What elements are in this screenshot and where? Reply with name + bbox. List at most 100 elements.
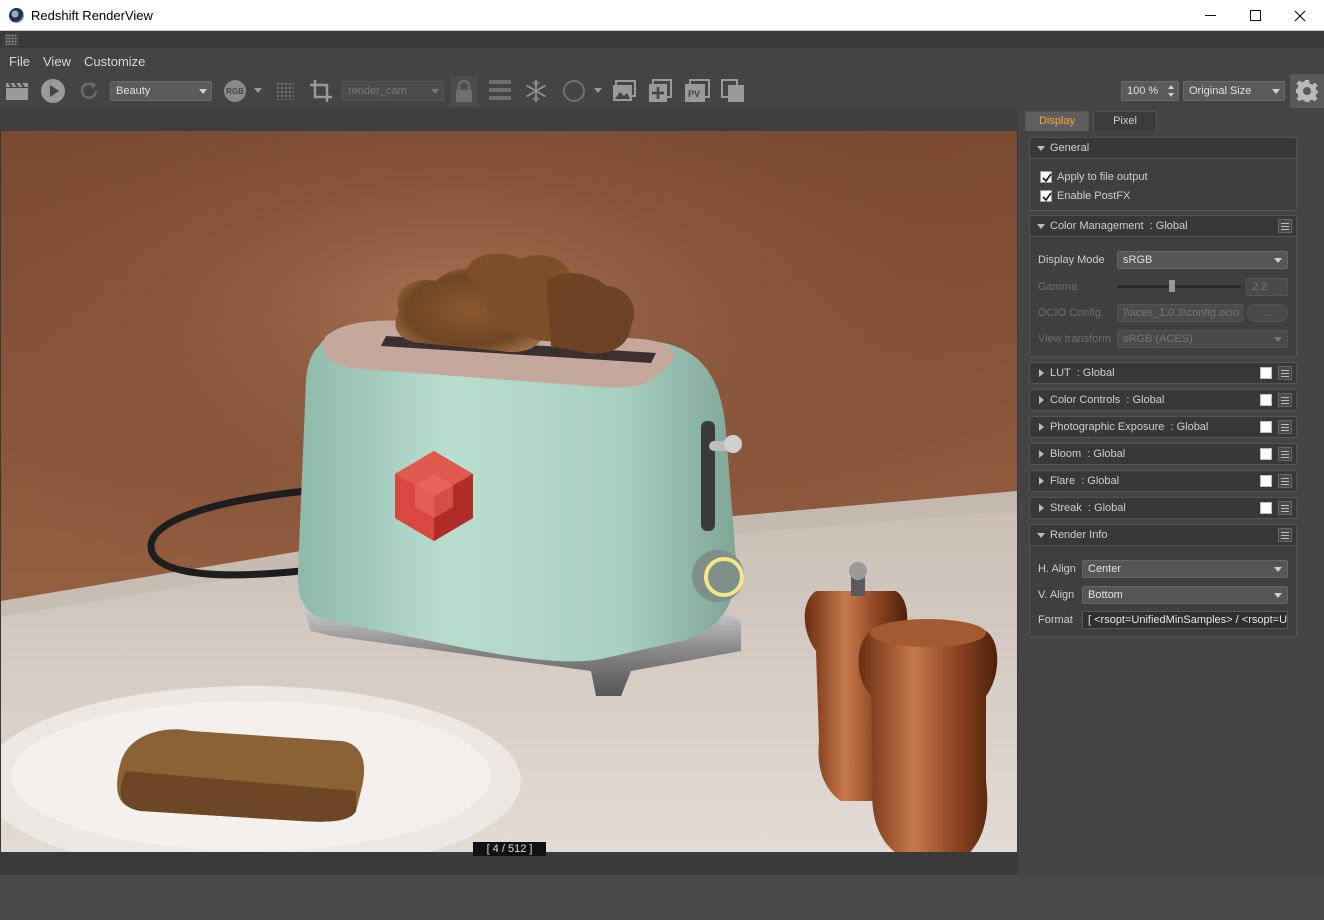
h-align-value: Center [1088, 563, 1122, 575]
tab-pixel[interactable]: Pixel [1093, 111, 1157, 131]
crop-button[interactable] [307, 76, 335, 106]
color-management-header-label: Color Management : Global [1050, 220, 1188, 232]
format-input[interactable]: [ <rsopt=UnifiedMinSamples> / <rsopt=U [1082, 611, 1288, 629]
copy-button[interactable] [719, 76, 747, 106]
section-menu-icon[interactable] [1278, 447, 1292, 461]
general-header[interactable]: General [1029, 137, 1297, 159]
tab-display[interactable]: Display [1025, 111, 1089, 131]
settings-button[interactable] [1290, 74, 1324, 108]
section-menu-icon[interactable] [1278, 393, 1292, 407]
v-align-value: Bottom [1088, 589, 1123, 601]
camera-dropdown[interactable]: render_cam [342, 81, 444, 101]
lut-section-header[interactable]: LUT : Global [1029, 362, 1297, 384]
streak-enable-checkbox[interactable] [1260, 502, 1272, 514]
flare-section-header[interactable]: Flare : Global [1029, 470, 1297, 492]
enable-postfx-checkbox[interactable] [1040, 190, 1052, 202]
bucket-grid-button[interactable] [486, 76, 514, 106]
clapper-button[interactable] [4, 76, 30, 106]
ocio-config-field[interactable]: )\aces_1.0.3\config.ocio [1117, 304, 1243, 322]
section-menu-icon[interactable] [1278, 219, 1292, 233]
aov-dropdown[interactable]: Beauty [110, 81, 212, 101]
bloom-section-header[interactable]: Bloom : Global [1029, 443, 1297, 465]
pepper-mill-front [858, 619, 998, 860]
zoom-field[interactable]: 100 % [1121, 81, 1179, 101]
render-view[interactable]: [ 4 / 512 ] [0, 108, 1018, 875]
collapse-icon [1039, 369, 1044, 377]
view-transform-dropdown[interactable]: sRGB (ACES) [1117, 330, 1288, 348]
picture-viewer-button[interactable]: PV [683, 76, 711, 106]
apply-file-output-checkbox[interactable] [1040, 171, 1052, 183]
v-align-dropdown[interactable]: Bottom [1082, 586, 1288, 604]
channel-badge-label: RGB [226, 86, 244, 96]
lock-camera-button[interactable] [450, 76, 478, 106]
minimize-icon [1204, 15, 1216, 16]
section-menu-icon[interactable] [1278, 528, 1292, 542]
close-button[interactable] [1277, 0, 1323, 31]
refresh-button[interactable] [77, 76, 101, 106]
lut-enable-checkbox[interactable] [1260, 367, 1272, 379]
color-controls-enable-checkbox[interactable] [1260, 394, 1272, 406]
channel-dropdown-arrow[interactable] [251, 76, 265, 106]
enable-postfx-label: Enable PostFX [1057, 190, 1131, 202]
minimize-button[interactable] [1187, 0, 1233, 31]
play-icon [41, 79, 65, 103]
photographic-exposure-enable-checkbox[interactable] [1260, 421, 1272, 433]
section-menu-icon[interactable] [1278, 501, 1292, 515]
gamma-value: 2.2 [1252, 281, 1268, 293]
channel-button[interactable]: RGB [222, 76, 248, 106]
render-info-header[interactable]: Render Info [1029, 524, 1297, 546]
menu-file[interactable]: File [9, 54, 30, 69]
freeze-button[interactable] [522, 76, 550, 106]
chevron-down-icon [594, 88, 602, 93]
aov-dropdown-value: Beauty [116, 85, 151, 97]
open-image-button[interactable] [610, 76, 638, 106]
photographic-exposure-section-label: Photographic Exposure : Global [1050, 421, 1209, 433]
gamma-slider[interactable] [1117, 280, 1241, 292]
grid-dots-icon [276, 82, 294, 100]
circle-dropdown-arrow[interactable] [591, 76, 605, 106]
collapse-icon [1039, 504, 1044, 512]
section-menu-icon[interactable] [1278, 366, 1292, 380]
size-dropdown[interactable]: Original Size [1183, 81, 1285, 101]
grip-icon[interactable] [5, 34, 18, 45]
ocio-browse-label: ... [1262, 307, 1273, 319]
add-snapshot-button[interactable] [646, 76, 674, 106]
ocio-config-value: )\aces_1.0.3\config.ocio [1123, 307, 1240, 319]
gamma-slider-handle[interactable] [1168, 280, 1175, 292]
h-align-dropdown[interactable]: Center [1082, 560, 1288, 578]
zoom-value: 100 % [1127, 85, 1159, 97]
tab-display-label: Display [1038, 115, 1076, 127]
streak-section-header[interactable]: Streak : Global [1029, 497, 1297, 519]
bloom-enable-checkbox[interactable] [1260, 448, 1272, 460]
ocio-browse-button[interactable]: ... [1247, 304, 1288, 322]
menu-customize[interactable]: Customize [84, 54, 145, 69]
gear-icon [1296, 80, 1318, 102]
window-title: Redshift RenderView [31, 8, 153, 23]
circle-button[interactable] [561, 76, 587, 106]
image-icon [613, 80, 636, 101]
section-menu-icon[interactable] [1278, 474, 1292, 488]
color-controls-section-header[interactable]: Color Controls : Global [1029, 389, 1297, 411]
check-icon [1042, 192, 1052, 202]
view-transform-label: View transform [1038, 333, 1112, 345]
expand-icon [1037, 224, 1045, 229]
gamma-field[interactable]: 2.2 [1246, 278, 1288, 296]
flare-enable-checkbox[interactable] [1260, 475, 1272, 487]
color-management-header[interactable]: Color Management : Global [1029, 215, 1297, 237]
streak-section-label: Streak : Global [1050, 502, 1126, 514]
chevron-down-icon [1274, 593, 1282, 598]
menu-view[interactable]: View [43, 54, 71, 69]
snowflake-icon [525, 80, 547, 102]
display-mode-dropdown[interactable]: sRGB [1117, 251, 1288, 269]
spinner-icon[interactable] [1167, 84, 1175, 98]
title-bar: Redshift RenderView [0, 0, 1324, 31]
start-render-button[interactable] [39, 76, 67, 106]
pv-icon: PV [685, 79, 710, 102]
add-snapshot-icon [649, 79, 672, 102]
photographic-exposure-section-header[interactable]: Photographic Exposure : Global [1029, 416, 1297, 438]
crop-icon [310, 80, 332, 102]
rendered-image[interactable] [1, 131, 1017, 860]
maximize-button[interactable] [1232, 0, 1278, 31]
region-button[interactable] [273, 76, 297, 106]
section-menu-icon[interactable] [1278, 420, 1292, 434]
